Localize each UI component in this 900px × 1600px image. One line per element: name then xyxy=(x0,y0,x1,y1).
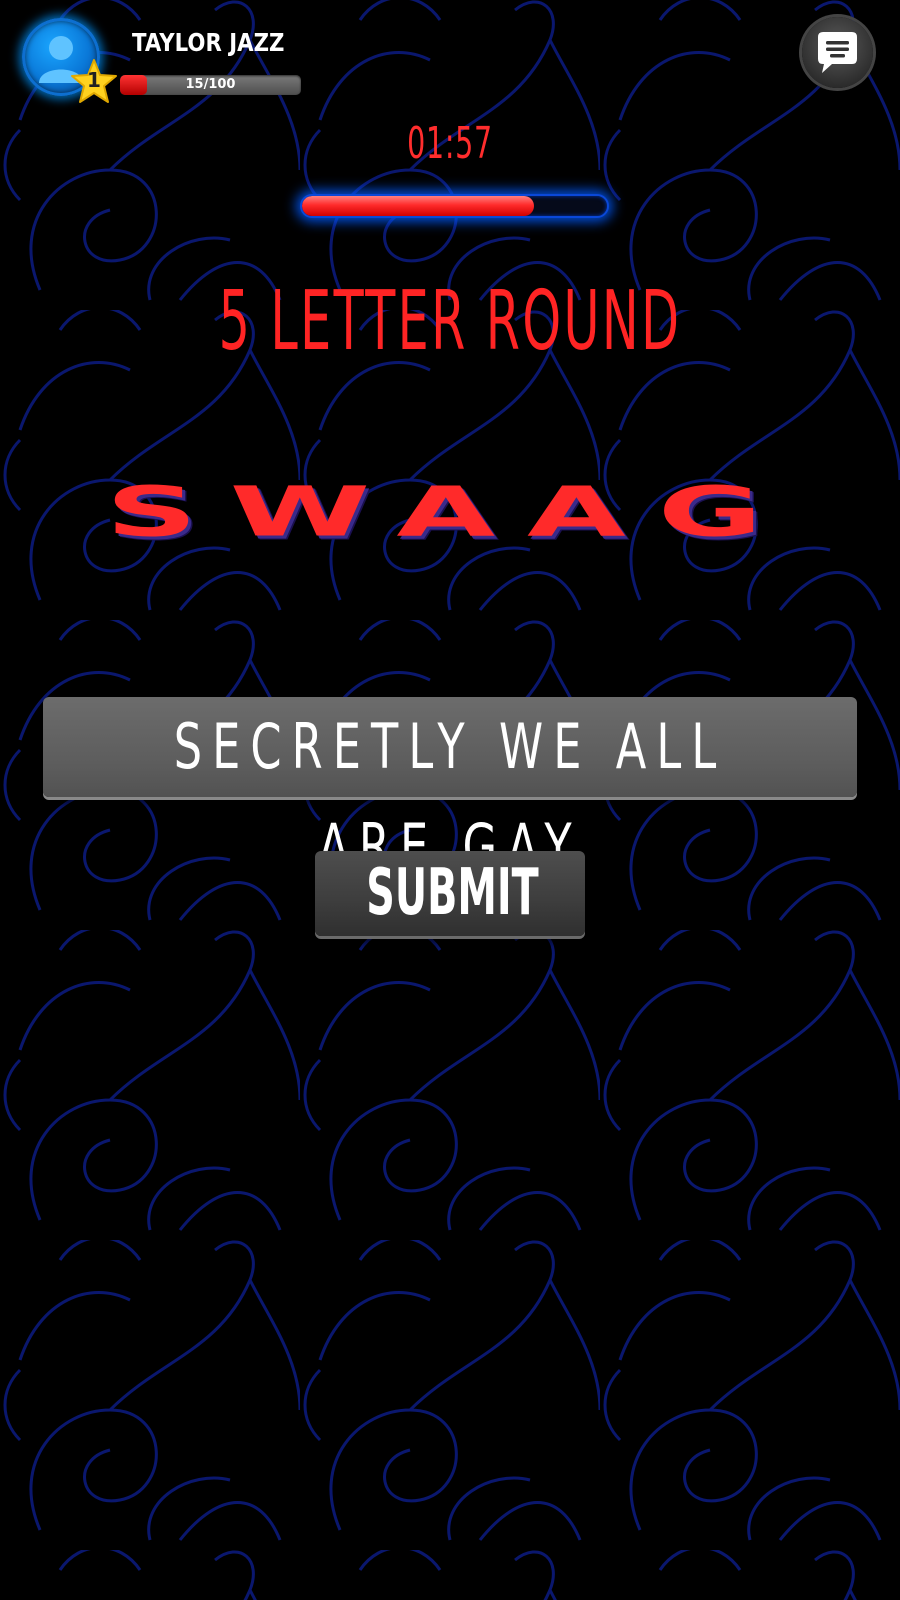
player-name: TAYLOR JAZZ xyxy=(132,28,285,57)
player-level: 1 xyxy=(87,68,101,92)
round-title: 5 LETTER ROUND xyxy=(218,274,682,369)
answer-input[interactable]: SECRETLY WE ALL ARE GAY xyxy=(43,697,857,883)
chat-bubble-icon xyxy=(818,32,857,73)
time-remaining-bar xyxy=(300,194,609,218)
answer-input-value: SECRETLY WE ALL ARE GAY xyxy=(173,710,727,883)
round-timer: 01:57 xyxy=(407,118,493,169)
xp-progress-text: 15/100 xyxy=(185,77,236,92)
xp-progress-bar: 15/100 xyxy=(120,75,301,95)
time-remaining-fill xyxy=(302,196,534,216)
submit-button[interactable]: SUBMIT xyxy=(315,851,585,936)
challenge-word: SWAAG xyxy=(105,471,795,552)
submit-button-label: SUBMIT xyxy=(366,856,539,930)
chat-button[interactable] xyxy=(802,17,873,88)
